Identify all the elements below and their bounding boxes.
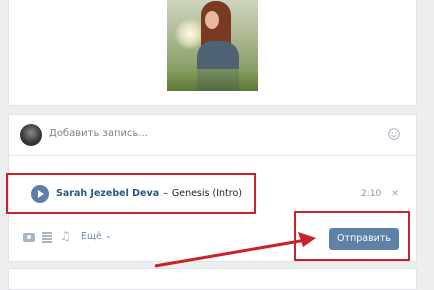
composer-divider (9, 155, 416, 156)
film-icon[interactable] (42, 232, 52, 243)
music-note-icon[interactable]: ♫ (60, 229, 71, 243)
photo-grass (167, 69, 258, 91)
smile-icon[interactable] (388, 128, 400, 140)
more-attachments-button[interactable]: Ещё (81, 231, 102, 242)
photo-face (205, 11, 219, 29)
post-input-placeholder[interactable]: Добавить запись... (49, 128, 148, 139)
avatar[interactable] (20, 124, 42, 146)
post-photo[interactable] (167, 0, 258, 91)
camera-icon[interactable] (23, 233, 35, 242)
previous-post-card (8, 0, 417, 106)
track-highlight-box (6, 173, 256, 214)
next-post-card (8, 268, 417, 290)
track-duration: 2:10 (361, 189, 382, 199)
chevron-down-icon[interactable]: ⌄ (105, 231, 112, 240)
close-icon[interactable]: × (391, 188, 399, 199)
attachment-toolbar (9, 232, 309, 252)
send-highlight-box (294, 211, 410, 261)
